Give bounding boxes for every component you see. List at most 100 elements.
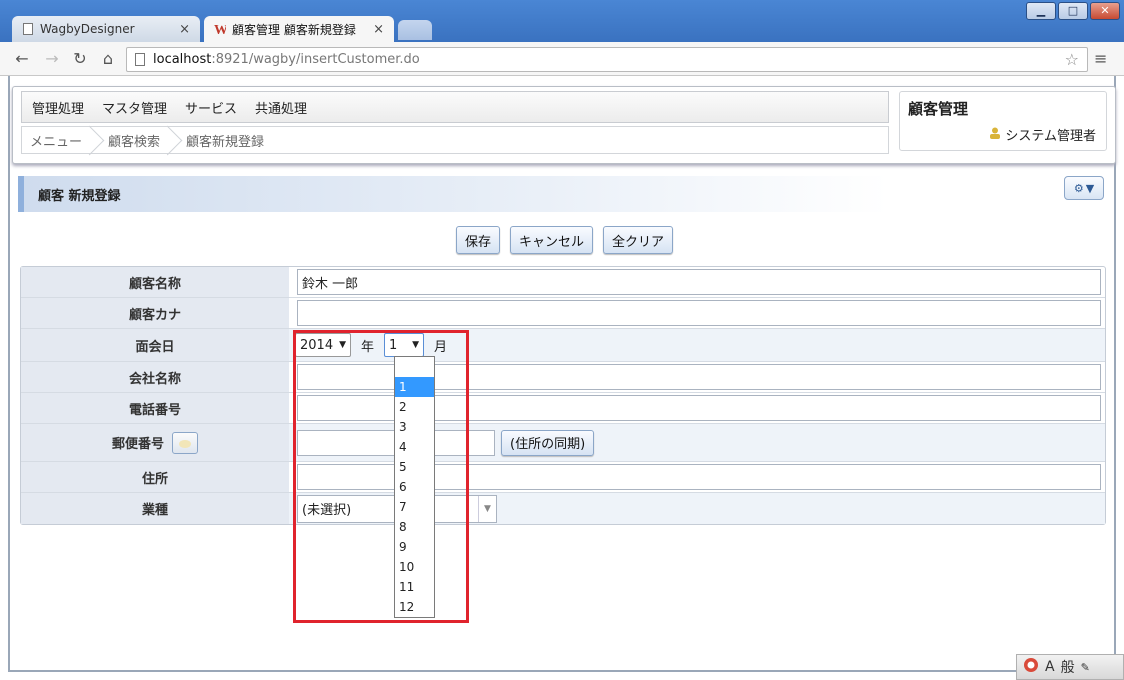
month-option[interactable]: 7 [395, 497, 434, 517]
month-value: 1 [389, 337, 398, 353]
row-address: 住所 [21, 462, 1105, 493]
row-company-name: 会社名称 [21, 362, 1105, 393]
customer-form: 顧客名称 鈴木 一郎 顧客カナ 面会日 2014 ▼ 年 1 ▼ 月 会社名称 … [20, 266, 1106, 525]
cancel-button[interactable]: キャンセル [510, 226, 594, 254]
user-icon [989, 127, 1001, 143]
row-meeting-date: 面会日 2014 ▼ 年 1 ▼ 月 [21, 329, 1105, 362]
reload-icon[interactable]: ↻ [70, 49, 90, 69]
month-unit: 月 [434, 339, 448, 355]
row-customer-name: 顧客名称 鈴木 一郎 [21, 267, 1105, 298]
menu-item-service[interactable]: サービス [185, 98, 237, 117]
save-button[interactable]: 保存 [456, 226, 501, 254]
row-customer-kana: 顧客カナ [21, 298, 1105, 329]
app-header: 管理処理 マスタ管理 サービス 共通処理 メニュー 顧客検索 顧客新規登録 顧客… [12, 86, 1116, 164]
minimize-icon[interactable]: ▁ [1026, 2, 1056, 20]
field-label: 顧客名称 [21, 267, 289, 297]
user-name[interactable]: システム管理者 [1005, 125, 1096, 144]
ime-tool-icon[interactable]: ✎ [1081, 661, 1090, 674]
settings-menu-button[interactable]: ⚙ ▼ [1064, 176, 1104, 200]
cloud-icon [179, 439, 191, 448]
menu-item-master[interactable]: マスタ管理 [102, 98, 167, 117]
field-label-wrapper: 郵便番号 [21, 424, 289, 461]
chevron-down-icon[interactable]: ▼ [478, 495, 496, 522]
month-option[interactable]: 10 [395, 557, 434, 577]
ime-mode[interactable]: A [1045, 659, 1055, 675]
gear-icon: ⚙ [1073, 181, 1084, 195]
close-icon[interactable]: × [373, 22, 384, 37]
industry-value: (未選択) [302, 503, 352, 518]
maximize-icon[interactable]: □ [1058, 2, 1088, 20]
svg-text:W: W [214, 23, 226, 36]
month-option[interactable]: 3 [395, 417, 434, 437]
year-unit: 年 [361, 339, 375, 355]
ime-label[interactable]: 般 [1061, 657, 1075, 677]
field-label: 面会日 [21, 329, 289, 361]
form-title: 顧客 新規登録 [18, 176, 888, 212]
bookmark-star-icon[interactable]: ☆ [1065, 50, 1079, 69]
clear-all-button[interactable]: 全クリア [603, 226, 674, 254]
wagby-logo-icon: W [214, 22, 226, 36]
window-close-icon[interactable]: ✕ [1090, 2, 1120, 20]
month-dropdown-list: 1 2 3 4 5 6 7 8 9 10 11 12 [394, 356, 435, 618]
forward-arrow-icon[interactable]: → [42, 49, 62, 69]
month-option[interactable]: 5 [395, 457, 434, 477]
month-option[interactable]: 2 [395, 397, 434, 417]
close-icon[interactable]: × [179, 22, 190, 37]
browser-titlebar: WagbyDesigner × W 顧客管理 顧客新規登録 × ▁ □ ✕ [0, 0, 1124, 42]
row-zip: 郵便番号 (住所の同期) [21, 424, 1105, 462]
ime-tray: A 般 ✎ [1016, 654, 1124, 680]
breadcrumb: メニュー 顧客検索 顧客新規登録 [21, 126, 889, 154]
app-title: 顧客管理 [908, 100, 969, 118]
chevron-down-icon: ▼ [1085, 181, 1095, 195]
field-label: 郵便番号 [111, 437, 164, 452]
main-menu: 管理処理 マスタ管理 サービス 共通処理 [21, 91, 889, 123]
field-label: 会社名称 [21, 362, 289, 392]
year-select[interactable]: 2014 ▼ [295, 333, 352, 357]
page-icon [135, 53, 145, 66]
field-label: 住所 [21, 462, 289, 492]
chevron-down-icon: ▼ [412, 340, 420, 350]
url-host: localhost [153, 52, 212, 67]
month-option[interactable]: 12 [395, 597, 434, 617]
row-industry: 業種 (未選択) ▼ [21, 493, 1105, 524]
user-info: システム管理者 [989, 125, 1096, 144]
chevron-down-icon: ▼ [339, 340, 347, 350]
customer-kana-input[interactable] [297, 300, 1101, 326]
tab-label: 顧客管理 顧客新規登録 [232, 22, 356, 37]
field-label: 業種 [21, 493, 289, 524]
zip-lookup-button[interactable] [172, 431, 198, 454]
browser-toolbar: ← → ↻ ⌂ localhost :8921/wagby/insertCust… [0, 42, 1124, 76]
tab-wagbydesigner[interactable]: WagbyDesigner × [12, 16, 200, 42]
month-option[interactable]: 11 [395, 577, 434, 597]
month-option[interactable] [395, 357, 434, 377]
month-option[interactable]: 1 [395, 377, 434, 397]
page-content: 管理処理 マスタ管理 サービス 共通処理 メニュー 顧客検索 顧客新規登録 顧客… [8, 76, 1116, 672]
field-label: 電話番号 [21, 393, 289, 423]
tab-label: WagbyDesigner [40, 22, 135, 36]
url-path: :8921/wagby/insertCustomer.do [211, 52, 420, 67]
month-option[interactable]: 9 [395, 537, 434, 557]
tab-customer-register[interactable]: W 顧客管理 顧客新規登録 × [204, 16, 394, 42]
new-tab-button[interactable] [398, 20, 432, 40]
page-icon [22, 22, 34, 36]
home-icon[interactable]: ⌂ [98, 49, 118, 69]
back-arrow-icon[interactable]: ← [12, 49, 32, 69]
user-panel: 顧客管理 システム管理者 [899, 91, 1107, 151]
menu-item-admin[interactable]: 管理処理 [32, 98, 84, 117]
breadcrumb-customer-search[interactable]: 顧客検索 [94, 127, 172, 153]
ime-icon[interactable] [1023, 657, 1039, 677]
customer-name-input[interactable]: 鈴木 一郎 [297, 269, 1101, 295]
sync-address-button[interactable]: (住所の同期) [501, 429, 595, 456]
year-value: 2014 [300, 337, 334, 353]
row-phone: 電話番号 [21, 393, 1105, 424]
address-bar[interactable]: localhost :8921/wagby/insertCustomer.do … [126, 47, 1088, 72]
menu-item-common[interactable]: 共通処理 [255, 98, 307, 117]
action-buttons: 保存 キャンセル 全クリア [456, 226, 674, 254]
hamburger-menu-icon[interactable]: ≡ [1094, 51, 1110, 67]
breadcrumb-menu[interactable]: メニュー [22, 127, 94, 153]
month-option[interactable]: 4 [395, 437, 434, 457]
month-option[interactable]: 6 [395, 477, 434, 497]
month-option[interactable]: 8 [395, 517, 434, 537]
field-label: 顧客カナ [21, 298, 289, 328]
month-select[interactable]: 1 ▼ [384, 333, 425, 357]
